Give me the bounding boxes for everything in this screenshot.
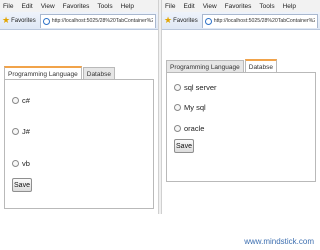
page-content: Programming Language Databse sql server … [162, 30, 320, 213]
radio-option[interactable]: sql server [174, 83, 217, 92]
page-content: Programming Language Databse c# J# vb Sa… [0, 30, 158, 213]
menu-bar: File Edit View Favorites Tools Help [162, 0, 320, 12]
radio-button[interactable] [12, 128, 19, 135]
menu-help[interactable]: Help [283, 3, 296, 10]
favorites-button[interactable]: ★ Favorites [164, 16, 198, 25]
right-browser-window: File Edit View Favorites Tools Help ★ Fa… [162, 0, 320, 214]
radio-button[interactable] [174, 125, 181, 132]
radio-button[interactable] [174, 104, 181, 111]
menu-favorites[interactable]: Favorites [225, 3, 252, 10]
left-browser-window: File Edit View Favorites Tools Help ★ Fa… [0, 0, 158, 214]
radio-option[interactable]: vb [12, 159, 30, 168]
browser-toolbar: ★ Favorites http://localhost:5025/28%20T… [0, 12, 158, 30]
radio-label: vb [22, 159, 30, 168]
menu-tools[interactable]: Tools [97, 3, 112, 10]
radio-option[interactable]: oracle [174, 124, 204, 133]
radio-option[interactable]: c# [12, 96, 30, 105]
radio-button[interactable] [174, 84, 181, 91]
menu-file[interactable]: File [3, 3, 13, 10]
menu-edit[interactable]: Edit [183, 3, 194, 10]
site-watermark: www.mindstick.com [244, 237, 314, 246]
menu-favorites[interactable]: Favorites [63, 3, 90, 10]
radio-label: oracle [184, 124, 205, 133]
radio-label: sql server [184, 83, 217, 92]
radio-label: J# [22, 127, 30, 136]
ie-page-icon [42, 17, 50, 25]
menu-tools[interactable]: Tools [259, 3, 274, 10]
favorites-button[interactable]: ★ Favorites [2, 16, 36, 25]
radio-label: c# [22, 96, 30, 105]
radio-button[interactable] [12, 160, 19, 167]
browser-tab[interactable]: http://localhost:5025/28%20TabContainer%… [39, 13, 156, 28]
menu-help[interactable]: Help [121, 3, 134, 10]
tab-container-tabs: Programming Language Databse [166, 58, 278, 74]
page-address: http://localhost:5025/28%20TabContainer%… [213, 18, 315, 24]
browser-toolbar: ★ Favorites http://localhost:5025/28%20T… [162, 12, 320, 30]
tab-container-tabs: Programming Language Databse [4, 65, 116, 81]
save-button[interactable]: Save [12, 178, 32, 192]
menu-view[interactable]: View [203, 3, 217, 10]
ie-page-icon [204, 17, 212, 25]
tab-panel: c# J# vb Save [4, 79, 154, 209]
radio-button[interactable] [12, 97, 19, 104]
radio-option[interactable]: My sql [174, 103, 206, 112]
favorites-label: Favorites [11, 17, 36, 24]
favorites-label: Favorites [173, 17, 198, 24]
page-address: http://localhost:5025/28%20TabContainer%… [51, 18, 153, 24]
star-icon: ★ [164, 15, 173, 25]
menu-edit[interactable]: Edit [21, 3, 32, 10]
tab-panel: sql server My sql oracle Save [166, 72, 316, 182]
menu-bar: File Edit View Favorites Tools Help [0, 0, 158, 12]
menu-file[interactable]: File [165, 3, 175, 10]
radio-label: My sql [184, 103, 206, 112]
menu-view[interactable]: View [41, 3, 55, 10]
browser-tab[interactable]: http://localhost:5025/28%20TabContainer%… [201, 13, 318, 28]
save-button[interactable]: Save [174, 139, 194, 153]
radio-option[interactable]: J# [12, 127, 30, 136]
star-icon: ★ [2, 15, 11, 25]
